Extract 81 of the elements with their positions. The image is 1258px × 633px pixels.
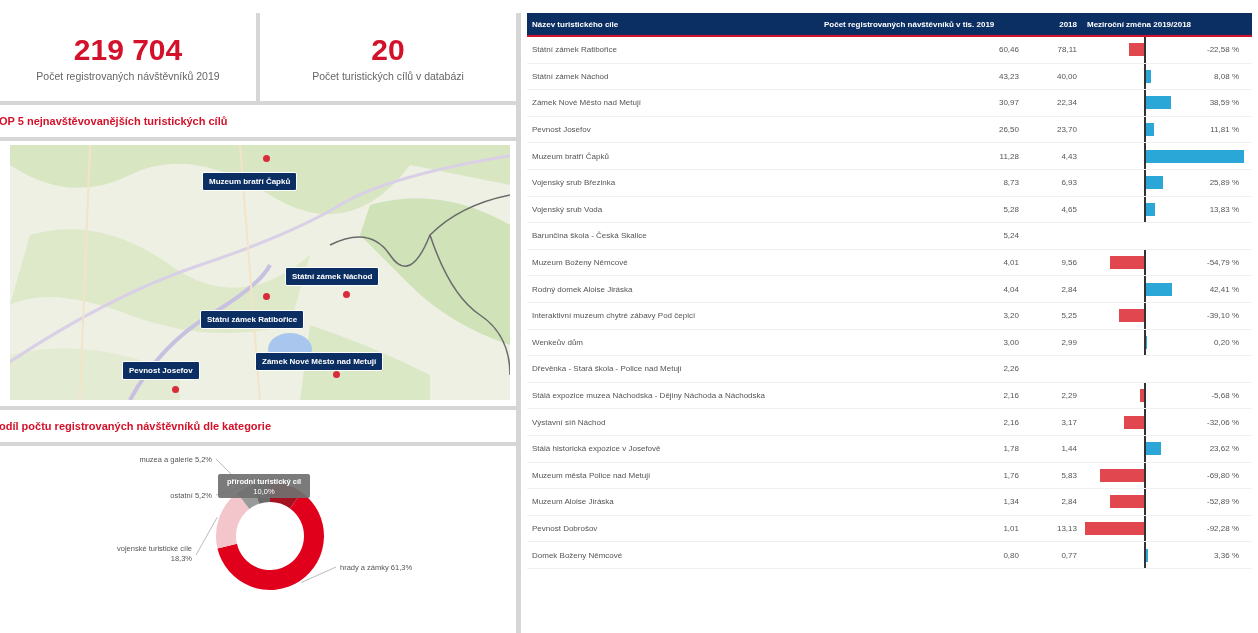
kpi-label: Počet turistických cílů v databázi [312, 69, 464, 82]
change-value: 3,36 % [1214, 550, 1240, 560]
table-cell-text: Pevnost Josefov [531, 124, 592, 137]
table-cell-text: 2,29 [1060, 390, 1078, 402]
change-value: -69,80 % [1206, 470, 1240, 480]
table-cell-text: Dřevěnka - Stará škola - Police nad Metují [531, 363, 683, 376]
table-cell-text: 30,97 [997, 97, 1020, 110]
table-cell-text: 40,00 [1055, 70, 1078, 83]
change-value: 0,20 % [1214, 337, 1240, 347]
change-value: 11,81 % [1210, 125, 1240, 135]
table-cell-text: 13,13 [1055, 523, 1078, 535]
table-cell-text: 43,23 [997, 70, 1020, 83]
change-value: -39,10 % [1206, 311, 1240, 321]
table-cell-text: 2,99 [1060, 336, 1078, 349]
table-cell-text: 8,73 [1002, 177, 1020, 190]
table-cell-text: 4,43 [1060, 150, 1078, 163]
table-cell-text: 2,84 [1060, 283, 1078, 296]
change-value: 42,41 % [1209, 284, 1240, 294]
table-cell-text: 0,77 [1060, 549, 1078, 562]
table-cell-text: 2,26 [1002, 363, 1020, 376]
table-cell-text: 26,50 [997, 124, 1020, 137]
table-cell-text: 0,80 [1002, 549, 1020, 562]
change-value: -32,06 % [1206, 417, 1240, 427]
change-value: 13,83 % [1209, 204, 1240, 214]
table-cell-text: 60,46 [997, 44, 1020, 57]
change-value: 8,08 % [1214, 71, 1240, 81]
table-cell-text: 3,17 [1060, 416, 1078, 429]
kpi-value: 20 [371, 32, 405, 66]
table-cell-text: Domek Boženy Němcové [531, 549, 624, 562]
table-cell-text: Muzeum města Police nad Metují [531, 469, 652, 482]
change-value: -54,79 % [1206, 258, 1240, 268]
change-value: -22,58 % [1206, 45, 1240, 55]
table-cell-text: Výstavní síň Náchod [531, 416, 607, 429]
table-cell-text: 1,34 [1002, 496, 1020, 509]
table-cell-text: 4,65 [1060, 203, 1078, 216]
table-cell-text: Státní zámek Ratibořice [531, 44, 618, 57]
table-cell-text: Wenkeův dům [531, 336, 584, 349]
table-cell-text: 2,16 [1002, 390, 1020, 402]
table-cell-text: Státní zámek Náchod [531, 70, 610, 83]
table-cell-text: Stálá expozice muzea Náchodska - Dějiny Náchoda a Náchodska [531, 390, 766, 402]
table-cell-text: 9,56 [1060, 257, 1078, 270]
table-cell-text: 1,78 [1002, 443, 1020, 456]
kpi-value: 219 704 [73, 32, 183, 66]
table-cell-text: 2,84 [1060, 496, 1078, 509]
change-value: -52,89 % [1206, 497, 1240, 507]
change-value: 38,59 % [1209, 98, 1240, 108]
table-cell-text: 6,93 [1060, 177, 1078, 190]
change-value: 25,89 % [1209, 178, 1240, 188]
table-cell-text: Vojenský srub Březinka [531, 177, 617, 190]
table-cell-text: Stálá historická expozice v Josefově [531, 443, 662, 456]
table-cell-text: Vojenský srub Voda [531, 203, 604, 216]
table-cell-text: Barunčina škola - Česká Skalice [531, 230, 648, 243]
table-cell-text: 11,28 [998, 150, 1020, 163]
table-cell-text: 5,25 [1060, 310, 1078, 323]
table-cell-text: 22,34 [1055, 97, 1078, 110]
table-cell-text: Muzeum bratří Čapků [531, 150, 610, 163]
table-cell-text: 1,76 [1002, 469, 1020, 482]
table-cell-text: 78,11 [1056, 44, 1078, 57]
section-title: OP 5 nejnavštěvovanějších turistických cílů [0, 105, 516, 141]
table-cell-text: Pevnost Dobrošov [531, 523, 599, 535]
table-cell-text: 4,01 [1002, 257, 1020, 270]
change-value: -5,68 % [1211, 391, 1240, 400]
table-cell-text: 1,01 [1002, 523, 1020, 535]
table-cell-text: 5,83 [1060, 469, 1078, 482]
table-cell-text: Muzeum Boženy Němcové [531, 257, 629, 270]
table-cell-text: 5,24 [1002, 230, 1020, 243]
table-cell-text: 5,28 [1002, 203, 1020, 216]
table-cell-text: Interaktivní muzeum chytré zábavy Pod čepicí [531, 310, 697, 323]
kpi-label: Počet registrovaných návštěvníků 2019 [36, 69, 220, 82]
change-value: -92,28 % [1206, 524, 1240, 533]
table-cell-text: 2,16 [1002, 416, 1020, 429]
change-value: 23,62 % [1209, 444, 1240, 454]
table-cell-text: 23,70 [1055, 124, 1078, 137]
table-cell-text: 1,44 [1060, 443, 1078, 456]
table-cell-text: 3,20 [1002, 310, 1020, 323]
table-cell-text: Zámek Nové Město nad Metují [531, 97, 642, 110]
table-cell-text: Rodný domek Aloise Jiráska [531, 283, 634, 296]
table-cell-text: Muzeum Aloise Jiráska [531, 496, 615, 509]
section-title: odíl počtu registrovaných návštěvníků dle kategorie [0, 406, 516, 446]
table-cell-text: 4,04 [1002, 283, 1020, 296]
table-cell-text: 3,00 [1002, 336, 1020, 349]
